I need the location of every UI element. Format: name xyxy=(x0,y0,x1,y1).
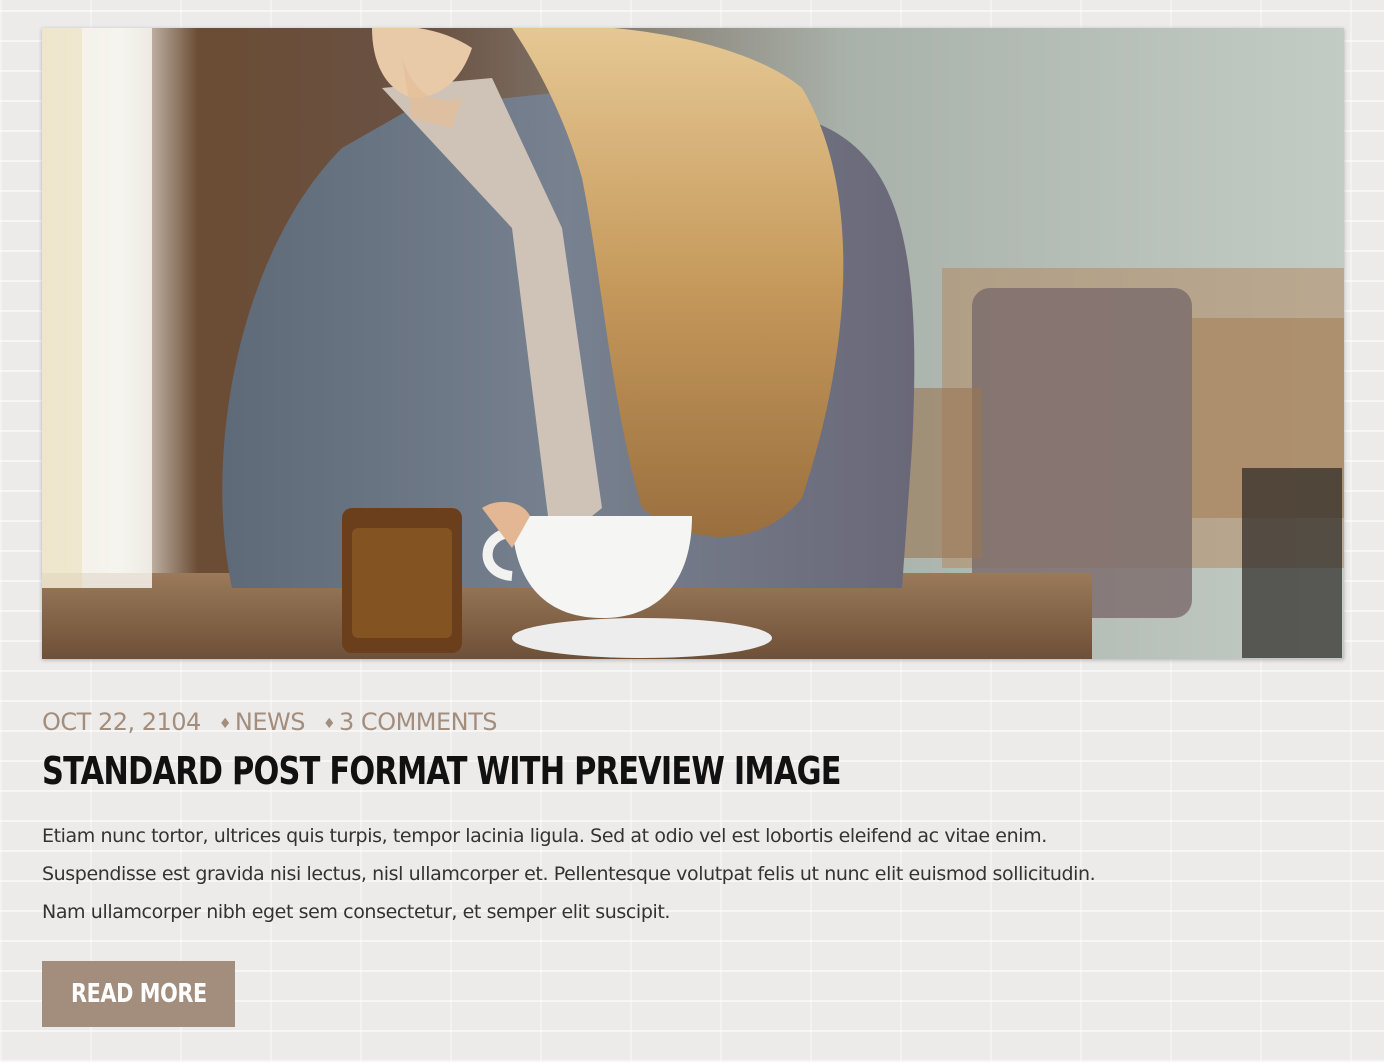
blog-post: OCT 22, 2104 ♦ NEWS ♦ 3 COMMENTS STANDARD PO… xyxy=(42,28,1344,1027)
post-preview-image[interactable] xyxy=(42,28,1344,659)
post-category-link[interactable]: NEWS xyxy=(235,708,306,736)
read-more-label: READ MORE xyxy=(70,979,207,1009)
read-more-button[interactable]: READ MORE xyxy=(42,961,235,1027)
post-date: OCT 22, 2104 xyxy=(42,708,201,736)
preview-image-illustration xyxy=(42,28,1344,659)
excerpt-line: Suspendisse est gravida nisi lectus, nis… xyxy=(42,863,1096,885)
post-excerpt: Etiam nunc tortor, ultrices quis turpis,… xyxy=(42,817,1344,931)
excerpt-line: Nam ullamcorper nibh eget sem consectetu… xyxy=(42,901,671,923)
post-title[interactable]: STANDARD POST FORMAT WITH PREVIEW IMAGE xyxy=(42,747,1084,795)
meta-separator-icon: ♦ xyxy=(218,716,232,732)
post-meta: OCT 22, 2104 ♦ NEWS ♦ 3 COMMENTS xyxy=(42,707,1344,737)
post-comments-link[interactable]: 3 COMMENTS xyxy=(339,708,497,736)
excerpt-line: Etiam nunc tortor, ultrices quis turpis,… xyxy=(42,825,1047,847)
meta-separator-icon: ♦ xyxy=(322,716,336,732)
